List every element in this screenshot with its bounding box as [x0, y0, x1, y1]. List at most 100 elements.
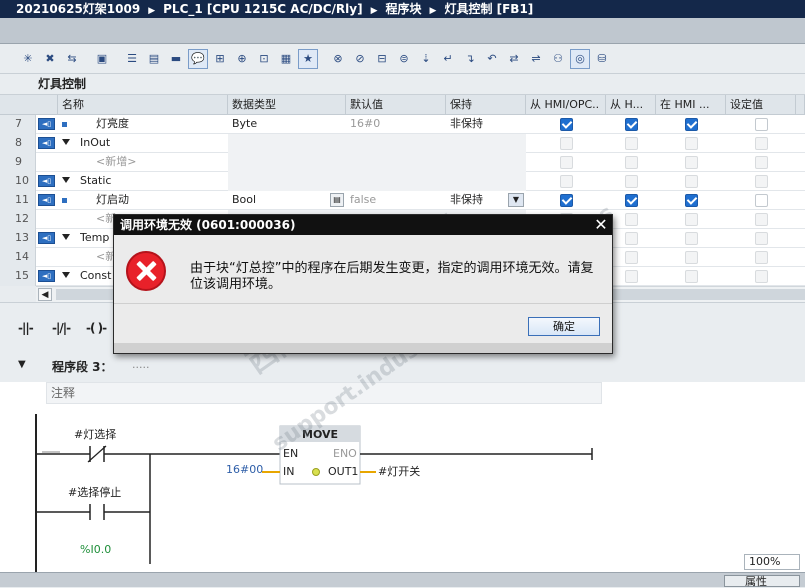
next-icon[interactable]: ↴ — [460, 49, 480, 69]
zoom-field[interactable]: 100% — [744, 554, 800, 570]
col-default-header[interactable]: 默认值 — [346, 95, 446, 115]
default-value-cell[interactable] — [346, 153, 446, 172]
tag-table-icon[interactable]: ⊡ — [254, 49, 274, 69]
window-icon[interactable]: ▤ — [144, 49, 164, 69]
checkbox[interactable] — [755, 156, 768, 169]
nc-contact-icon[interactable]: -|/|- — [52, 321, 71, 335]
checkbox[interactable] — [625, 251, 638, 264]
col-type-header[interactable]: 数据类型 — [228, 95, 346, 115]
table-row[interactable]: 9 <新增> — [0, 153, 805, 172]
data-type-cell[interactable] — [228, 153, 346, 172]
checkbox[interactable] — [755, 175, 768, 188]
checkbox[interactable] — [560, 137, 573, 150]
contact2-tag[interactable]: #选择停止 — [68, 484, 121, 500]
checkbox[interactable] — [755, 232, 768, 245]
database-icon[interactable]: ⛁ — [592, 49, 612, 69]
properties-button[interactable]: 属性 — [724, 575, 800, 587]
retain-cell[interactable] — [446, 134, 526, 153]
row-number[interactable]: 12 — [0, 210, 36, 229]
coil-icon[interactable]: -( )- — [86, 321, 107, 335]
checkbox[interactable] — [625, 232, 638, 245]
breadcrumb-block[interactable]: 灯具控制 [FB1] — [444, 2, 533, 16]
comment-icon[interactable]: 💬 — [188, 48, 208, 69]
expand-triangle-icon[interactable] — [62, 234, 70, 240]
jump-icon[interactable]: ⇄ — [504, 49, 524, 69]
ok-button[interactable]: 确定 — [528, 317, 600, 336]
checkbox[interactable] — [755, 194, 768, 207]
breadcrumb-project[interactable]: 20210625灯架1009 — [16, 2, 140, 16]
col-retain-header[interactable]: 保持 — [446, 95, 526, 115]
table-row[interactable]: 7 ◄▯ 灯亮度 Byte 16#0 非保持 — [0, 115, 805, 134]
checkbox[interactable] — [685, 232, 698, 245]
checkbox[interactable] — [685, 251, 698, 264]
checkbox[interactable] — [755, 213, 768, 226]
row-number[interactable]: 10 — [0, 172, 36, 191]
default-value-cell[interactable]: 16#0 — [346, 115, 446, 134]
checkbox[interactable] — [625, 137, 638, 150]
checkbox[interactable] — [625, 270, 638, 283]
row-number[interactable]: 15 — [0, 267, 36, 286]
delete-row-icon[interactable]: ✖ — [40, 49, 60, 69]
snapshot-icon[interactable]: ⇣ — [416, 49, 436, 69]
compare-icon[interactable]: ⊜ — [394, 49, 414, 69]
default-value-cell[interactable]: false — [346, 191, 446, 210]
row-number[interactable]: 13 — [0, 229, 36, 248]
checkbox[interactable] — [625, 118, 638, 131]
absolute-address-icon[interactable]: ⊞ — [210, 49, 230, 69]
out-add-icon[interactable] — [312, 468, 320, 476]
update-interface-icon[interactable]: ⇆ — [62, 49, 82, 69]
row-number[interactable]: 7 — [0, 115, 36, 134]
checkbox[interactable] — [625, 213, 638, 226]
variable-name[interactable]: 灯亮度 — [96, 115, 226, 134]
monitor-icon[interactable]: ⊗ — [328, 49, 348, 69]
checkbox[interactable] — [755, 251, 768, 264]
contact-select-stop[interactable] — [89, 504, 105, 520]
checkbox[interactable] — [625, 156, 638, 169]
collapse-icon[interactable]: ▬ — [166, 49, 186, 69]
scroll-left-icon[interactable]: ◀ — [38, 288, 52, 301]
data-type-cell[interactable] — [228, 172, 346, 191]
row-number[interactable]: 8 — [0, 134, 36, 153]
default-value-cell[interactable] — [346, 134, 446, 153]
network-title-placeholder[interactable]: ..... — [132, 358, 149, 371]
move-out-tag[interactable]: #灯开关 — [378, 463, 420, 479]
expand-triangle-icon[interactable] — [62, 139, 70, 145]
checkbox[interactable] — [685, 156, 698, 169]
data-type-cell[interactable] — [228, 134, 346, 153]
move-in-value[interactable]: 16#00 — [226, 463, 263, 476]
checkbox[interactable] — [560, 156, 573, 169]
symbol-info-icon[interactable]: ⊕ — [232, 49, 252, 69]
go-to-icon[interactable]: ↵ — [438, 49, 458, 69]
list-view-icon[interactable]: ☰ — [122, 49, 142, 69]
contact-lamp-select[interactable] — [87, 445, 107, 463]
table-row[interactable]: 8 ◄▯ InOut — [0, 134, 805, 153]
favorites-icon[interactable]: ▦ — [276, 49, 296, 69]
section-name[interactable]: Static — [80, 172, 225, 191]
retain-cell[interactable] — [446, 153, 526, 172]
row-number[interactable]: 11 — [0, 191, 36, 210]
col-hmi-write-header[interactable]: 从 H... — [606, 95, 656, 115]
checkbox[interactable] — [560, 118, 573, 131]
close-icon[interactable]: ✕ — [592, 216, 610, 234]
checkbox[interactable] — [560, 175, 573, 188]
data-type-cell[interactable]: Bool — [228, 191, 346, 210]
table-row[interactable]: 10 ◄▯ Static — [0, 172, 805, 191]
cross-ref-icon[interactable]: ⇌ — [526, 49, 546, 69]
glasses-icon[interactable]: ◎ — [570, 48, 590, 69]
table-row[interactable]: 11 ◄▯ 灯启动 Bool false 非保持 ▤ ▼ — [0, 191, 805, 210]
checkbox[interactable] — [685, 213, 698, 226]
default-value-cell[interactable] — [346, 172, 446, 191]
col-name-header[interactable]: 名称 — [58, 95, 228, 115]
user-icon[interactable]: ⚇ — [548, 49, 568, 69]
data-type-cell[interactable]: Byte — [228, 115, 346, 134]
row-number[interactable]: 14 — [0, 248, 36, 267]
retain-dropdown-icon[interactable]: ▼ — [508, 193, 524, 207]
star-icon[interactable]: ★ — [298, 48, 318, 69]
col-hmi-access-header[interactable]: 从 HMI/OPC.. — [526, 95, 606, 115]
prev-icon[interactable]: ↶ — [482, 49, 502, 69]
insert-row-icon[interactable]: ✳ — [18, 49, 38, 69]
row-number[interactable]: 9 — [0, 153, 36, 172]
checkbox[interactable] — [755, 270, 768, 283]
expand-triangle-icon[interactable] — [62, 177, 70, 183]
checkbox[interactable] — [625, 175, 638, 188]
